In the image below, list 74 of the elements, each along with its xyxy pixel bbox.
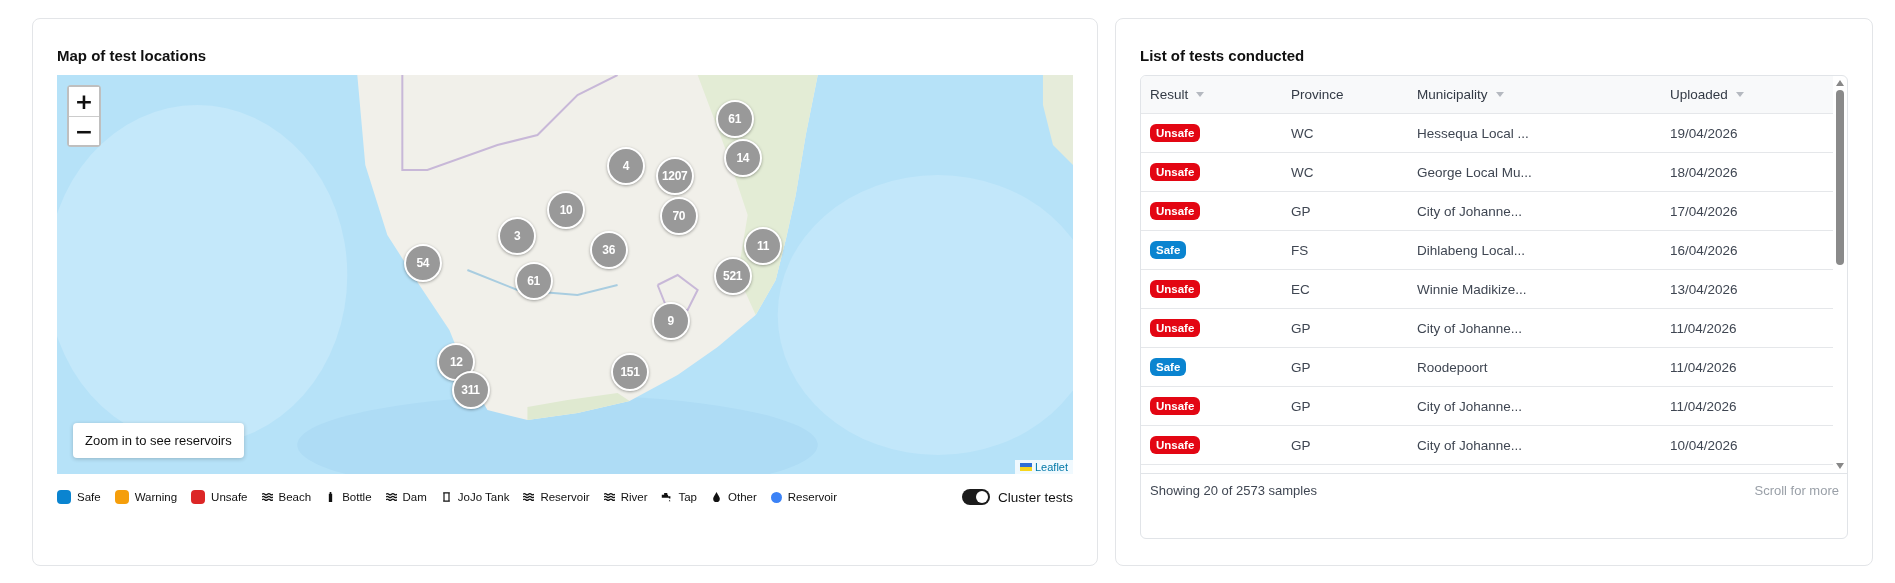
table-cell-text: GP <box>1290 398 1312 414</box>
table-cell-text: City of Johanne... <box>1416 203 1524 219</box>
legend-label: Dam <box>402 491 427 503</box>
table-cell-text: 13/04/2026 <box>1669 281 1739 297</box>
table-cell-text: GP <box>1290 320 1312 336</box>
waves-icon <box>261 492 273 502</box>
table-cell-text: WC <box>1290 125 1315 141</box>
scroll-hint: Scroll for more <box>1754 483 1839 498</box>
column-header[interactable]: Province <box>1282 87 1408 102</box>
table-cell-text: FS <box>1290 242 1310 258</box>
panel-title: Map of test locations <box>57 46 208 66</box>
legend-label: Other <box>728 491 757 503</box>
cluster-toggle[interactable] <box>961 489 990 505</box>
column-header[interactable]: Result <box>1141 87 1282 102</box>
table-cell-text: 19/04/2026 <box>1669 125 1739 141</box>
table-cell-text: Winnie Madikize... <box>1416 281 1528 297</box>
result-badge: Safe <box>1150 358 1187 376</box>
legend-label: Warning <box>134 491 178 503</box>
table-cell-text: George Local Mu... <box>1416 164 1533 180</box>
result-badge: Unsafe <box>1150 319 1201 337</box>
map-notice: Zoom in to see reservoirs <box>73 423 244 458</box>
result-badge: Unsafe <box>1150 202 1201 220</box>
flag-icon <box>1019 463 1032 471</box>
legend-label: JoJo Tank <box>457 491 510 503</box>
table-cell-text: Hessequa Local ... <box>1416 125 1530 141</box>
column-header[interactable]: Municipality <box>1408 87 1661 102</box>
drop-icon <box>711 492 722 502</box>
table-cell-text: City of Johanne... <box>1416 398 1524 414</box>
summary-text: Showing 20 of 2573 samples <box>1150 483 1317 498</box>
table-cell-text: GP <box>1290 359 1312 375</box>
result-badge: Safe <box>1150 241 1187 259</box>
legend-label: Unsafe <box>211 491 248 503</box>
table-cell-text: WC <box>1290 164 1315 180</box>
legend-label: Reservoir <box>540 491 590 503</box>
table-cell-text: 10/04/2026 <box>1669 437 1739 453</box>
result-badge: Unsafe <box>1150 163 1201 181</box>
panel-title: List of tests conducted <box>1140 46 1306 66</box>
result-badge: Unsafe <box>1150 280 1201 298</box>
waves-icon <box>603 492 615 502</box>
table-cell-text: City of Johanne... <box>1416 437 1524 453</box>
result-badge: Unsafe <box>1150 124 1201 142</box>
table-cell-text: 16/04/2026 <box>1669 242 1739 258</box>
table-cell-text: 11/04/2026 <box>1669 320 1738 336</box>
legend-label: Safe <box>77 491 101 503</box>
leaflet-link[interactable]: Leaflet <box>1034 461 1068 473</box>
legend-label: Tap <box>678 491 697 503</box>
table-cell-text: Roodepoort <box>1416 359 1489 375</box>
sort-icon <box>1735 92 1744 97</box>
tank-icon <box>440 492 452 502</box>
toggle-label: Cluster tests <box>997 489 1073 505</box>
scroll-down-icon[interactable] <box>1836 463 1844 469</box>
sort-icon <box>1495 92 1504 97</box>
waves-icon <box>385 492 397 502</box>
legend-label: Beach <box>278 491 312 503</box>
sort-icon <box>1196 92 1205 97</box>
result-badge: Unsafe <box>1150 397 1201 415</box>
table-cell-text: 17/04/2026 <box>1669 203 1739 219</box>
result-badge: Unsafe <box>1150 436 1201 454</box>
zoom-out-button[interactable]: − <box>69 116 99 145</box>
column-header[interactable]: Uploaded <box>1661 87 1833 102</box>
table-cell-text: 11/04/2026 <box>1669 398 1738 414</box>
table-cell-text: EC <box>1290 281 1311 297</box>
table-cell-text: GP <box>1290 203 1312 219</box>
legend-label: Bottle <box>342 491 372 503</box>
table-cell-text: City of Johanne... <box>1416 320 1524 336</box>
legend-label: River <box>620 491 648 503</box>
tap-icon <box>661 492 673 502</box>
table-cell-text: GP <box>1290 437 1312 453</box>
table-cell-text: 11/04/2026 <box>1669 359 1738 375</box>
waves-icon <box>523 492 535 502</box>
scroll-up-icon[interactable] <box>1836 80 1844 86</box>
legend-label: Reservoir <box>787 491 837 503</box>
table-cell-text: Dihlabeng Local... <box>1416 242 1527 258</box>
table-cell-text: 18/04/2026 <box>1669 164 1739 180</box>
